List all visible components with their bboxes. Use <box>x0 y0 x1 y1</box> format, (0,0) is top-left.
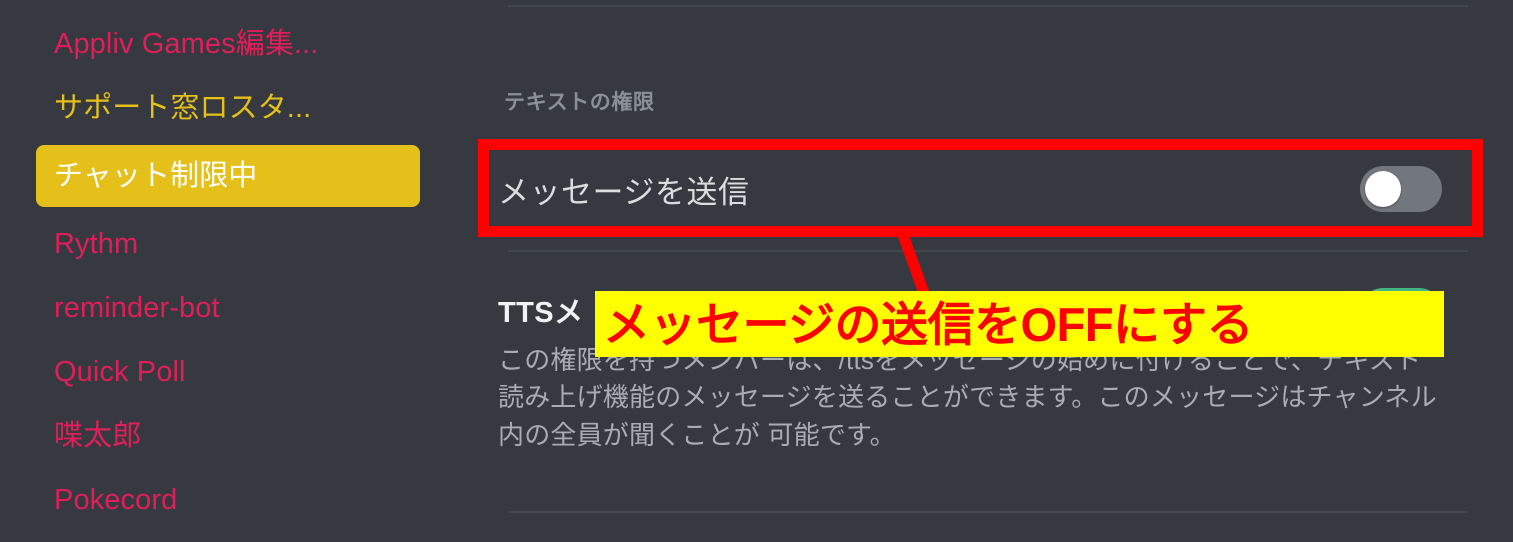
permission-label-send-messages: メッセージを送信 <box>498 174 750 210</box>
sidebar-item-support-staff[interactable]: サポート窓ロスタ... <box>36 86 420 130</box>
divider-top <box>508 5 1468 7</box>
sidebar-item-rythm[interactable]: Rythm <box>36 222 420 266</box>
sidebar-item-label: Rythm <box>54 227 139 260</box>
permission-label-tts-messages: TTSメ <box>498 297 584 329</box>
annotation-callout: メッセージの送信をOFFにする <box>595 291 1444 357</box>
permission-row-send-messages[interactable]: メッセージを送信 <box>498 150 1478 228</box>
sidebar-item-chat-restricted[interactable]: チャット制限中 <box>36 145 420 207</box>
sidebar-item-label: チャット制限中 <box>54 159 258 192</box>
divider-bottom <box>508 511 1468 513</box>
toggle-knob <box>1365 171 1401 207</box>
text-permissions-section-label: テキストの権限 <box>504 91 655 114</box>
sidebar-item-quick-poll[interactable]: Quick Poll <box>36 350 420 394</box>
sidebar-item-label: Pokecord <box>54 483 178 516</box>
sidebar-item-shabetarou[interactable]: 喋太郎 <box>36 414 420 458</box>
sidebar-item-appliv-games[interactable]: Appliv Games編集... <box>36 22 420 66</box>
sidebar-item-label: reminder-bot <box>54 291 220 324</box>
permissions-pane: テキストの権限 メッセージを送信 TTSメ この権限を持つメンバーは、/ttsを… <box>460 0 1513 542</box>
sidebar-item-label: Appliv Games編集... <box>54 27 319 60</box>
sidebar-item-label: 喋太郎 <box>54 419 142 452</box>
sidebar-item-pokecord[interactable]: Pokecord <box>36 478 420 522</box>
annotation-callout-text: メッセージの送信をOFFにする <box>603 297 1254 351</box>
permission-description-tts-messages: この権限を持つメンバーは、/ttsをメッセージの始めに付けることで、テキスト読み… <box>498 345 1437 450</box>
roles-sidebar: Appliv Games編集... サポート窓ロスタ... チャット制限中 Ry… <box>0 0 460 542</box>
sidebar-item-label: サポート窓ロスタ... <box>54 91 312 124</box>
sidebar-item-label: Quick Poll <box>54 355 186 388</box>
sidebar-item-reminder-bot[interactable]: reminder-bot <box>36 286 420 330</box>
toggle-switch-off-icon[interactable] <box>1360 166 1442 212</box>
screenshot-root: Appliv Games編集... サポート窓ロスタ... チャット制限中 Ry… <box>0 0 1513 542</box>
divider-middle <box>508 250 1468 252</box>
